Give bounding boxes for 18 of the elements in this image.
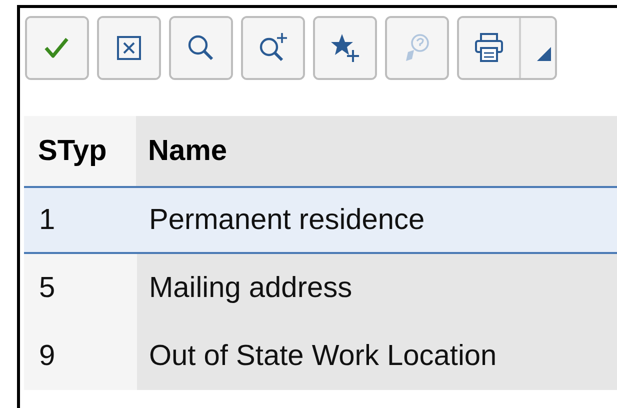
dropdown-button[interactable] <box>519 18 555 78</box>
printer-icon <box>472 31 506 65</box>
cancel-button[interactable] <box>99 18 159 78</box>
find-button[interactable] <box>171 18 231 78</box>
find-next-button[interactable] <box>243 18 303 78</box>
table-row[interactable]: 1 Permanent residence <box>24 186 617 254</box>
check-button[interactable] <box>27 18 87 78</box>
table-cell-text: Out of State Work Location <box>148 338 498 374</box>
table-cell-text: Mailing address <box>148 270 354 306</box>
table-cell: 5 <box>24 254 137 322</box>
table-row[interactable]: 9 Out of State Work Location <box>24 322 617 390</box>
column-header[interactable]: STyp <box>24 116 136 186</box>
column-header[interactable]: Name <box>136 116 617 186</box>
triangle-icon <box>537 47 551 61</box>
table-cell-text: Permanent residence <box>148 202 426 238</box>
favorite-add-button[interactable] <box>315 18 375 78</box>
table-cell: 9 <box>24 322 137 390</box>
table-row[interactable]: 5 Mailing address <box>24 254 617 322</box>
